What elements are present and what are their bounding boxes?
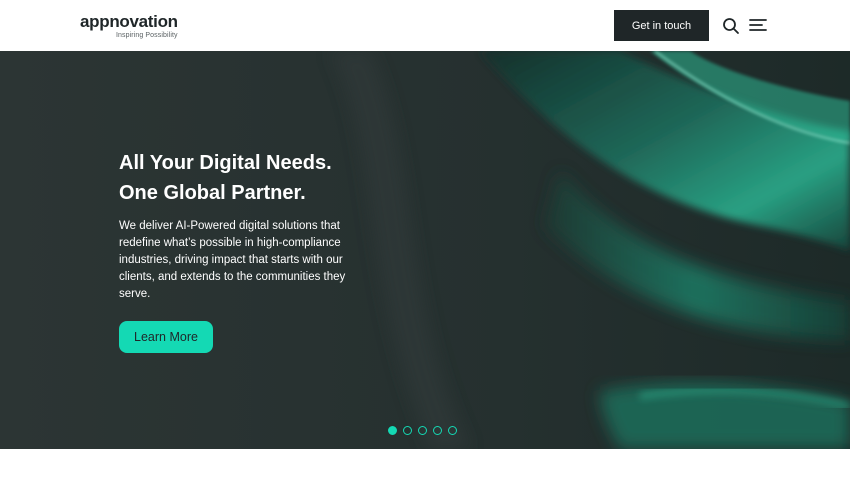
brand-logo[interactable]: appnovation Inspiring Possibility [80,13,190,41]
learn-more-button[interactable]: Learn More [119,321,213,353]
carousel-pagination [388,426,457,436]
get-in-touch-button[interactable]: Get in touch [614,10,709,41]
carousel-dot-1[interactable] [388,426,397,435]
carousel-dot-4[interactable] [433,426,442,435]
search-icon[interactable] [722,17,740,35]
hero-banner: All Your Digital Needs. One Global Partn… [0,51,850,449]
hero-headline-line-2: One Global Partner. [119,182,306,204]
hero-headline-line-1: All Your Digital Needs. [119,152,332,174]
brand-tagline: Inspiring Possibility [116,32,178,39]
site-header: appnovation Inspiring Possibility Get in… [0,0,850,51]
page-content-area [0,449,850,478]
carousel-dot-2[interactable] [403,426,412,435]
hamburger-menu-icon[interactable] [749,17,767,33]
hero-description: We deliver AI-Powered digital solutions … [119,220,346,300]
carousel-dot-3[interactable] [418,426,427,435]
brand-name: appnovation [80,12,178,31]
carousel-dot-5[interactable] [448,426,457,435]
